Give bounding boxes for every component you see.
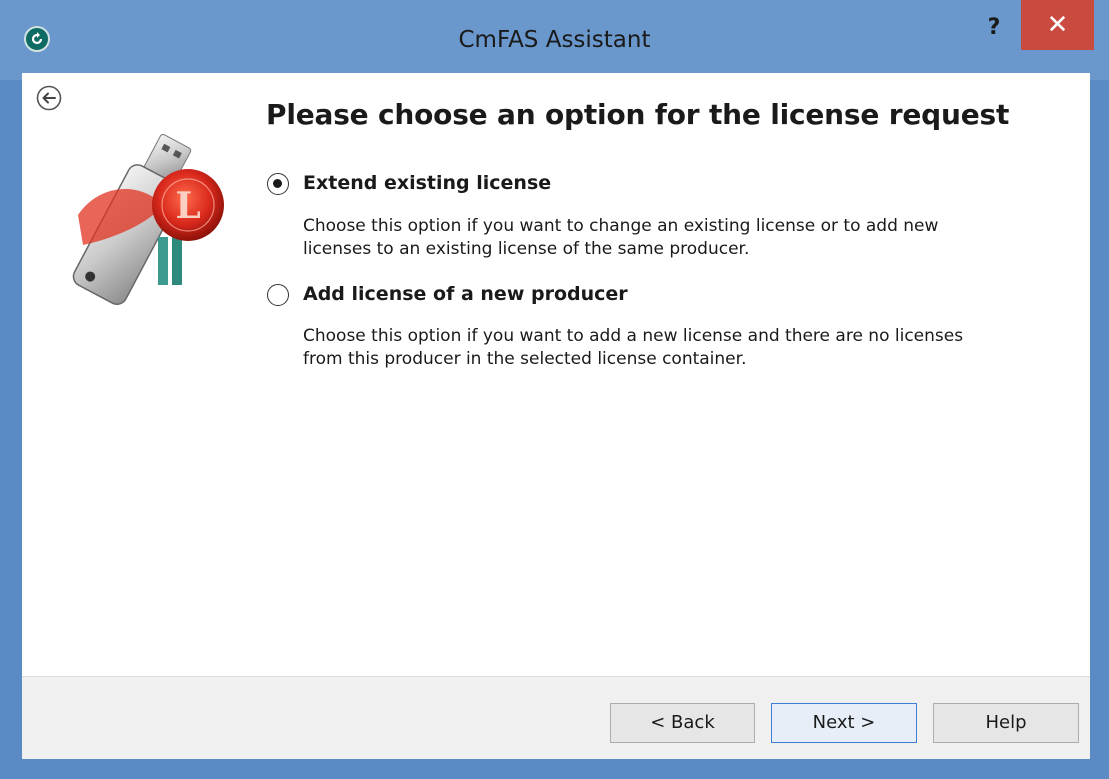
option-label: Extend existing license: [303, 172, 552, 194]
license-seal-illustration: L: [38, 125, 238, 320]
option-description: Choose this option if you want to change…: [303, 215, 938, 261]
help-title-button[interactable]: ?: [972, 10, 1016, 46]
option-new-producer[interactable]: Add license of a new producer: [267, 283, 647, 307]
svg-text:L: L: [175, 185, 200, 227]
back-arrow-icon[interactable]: [35, 84, 63, 112]
radio-extend-existing[interactable]: [267, 173, 289, 195]
close-button[interactable]: ✕: [1021, 0, 1094, 50]
radio-selected-dot: [273, 179, 282, 188]
description-line: licenses to an existing license of the s…: [303, 239, 750, 259]
help-button[interactable]: Help: [933, 703, 1079, 743]
option-extend-existing[interactable]: Extend existing license: [267, 172, 607, 196]
option-label: Add license of a new producer: [303, 283, 628, 305]
option-description: Choose this option if you want to add a …: [303, 325, 963, 371]
description-line: Choose this option if you want to change…: [303, 216, 939, 236]
dialog-window: CmFAS Assistant ? ✕ L Please choose an o…: [0, 0, 1109, 779]
page-heading: Please choose an option for the license …: [266, 98, 1010, 131]
title-bar[interactable]: CmFAS Assistant ? ✕: [0, 0, 1109, 80]
button-bar: [22, 676, 1090, 759]
back-button[interactable]: < Back: [610, 703, 755, 743]
description-line: Choose this option if you want to add a …: [303, 326, 964, 346]
next-button[interactable]: Next >: [771, 703, 917, 743]
window-title: CmFAS Assistant: [458, 27, 651, 53]
radio-new-producer[interactable]: [267, 284, 289, 306]
description-line: from this producer in the selected licen…: [303, 349, 747, 369]
